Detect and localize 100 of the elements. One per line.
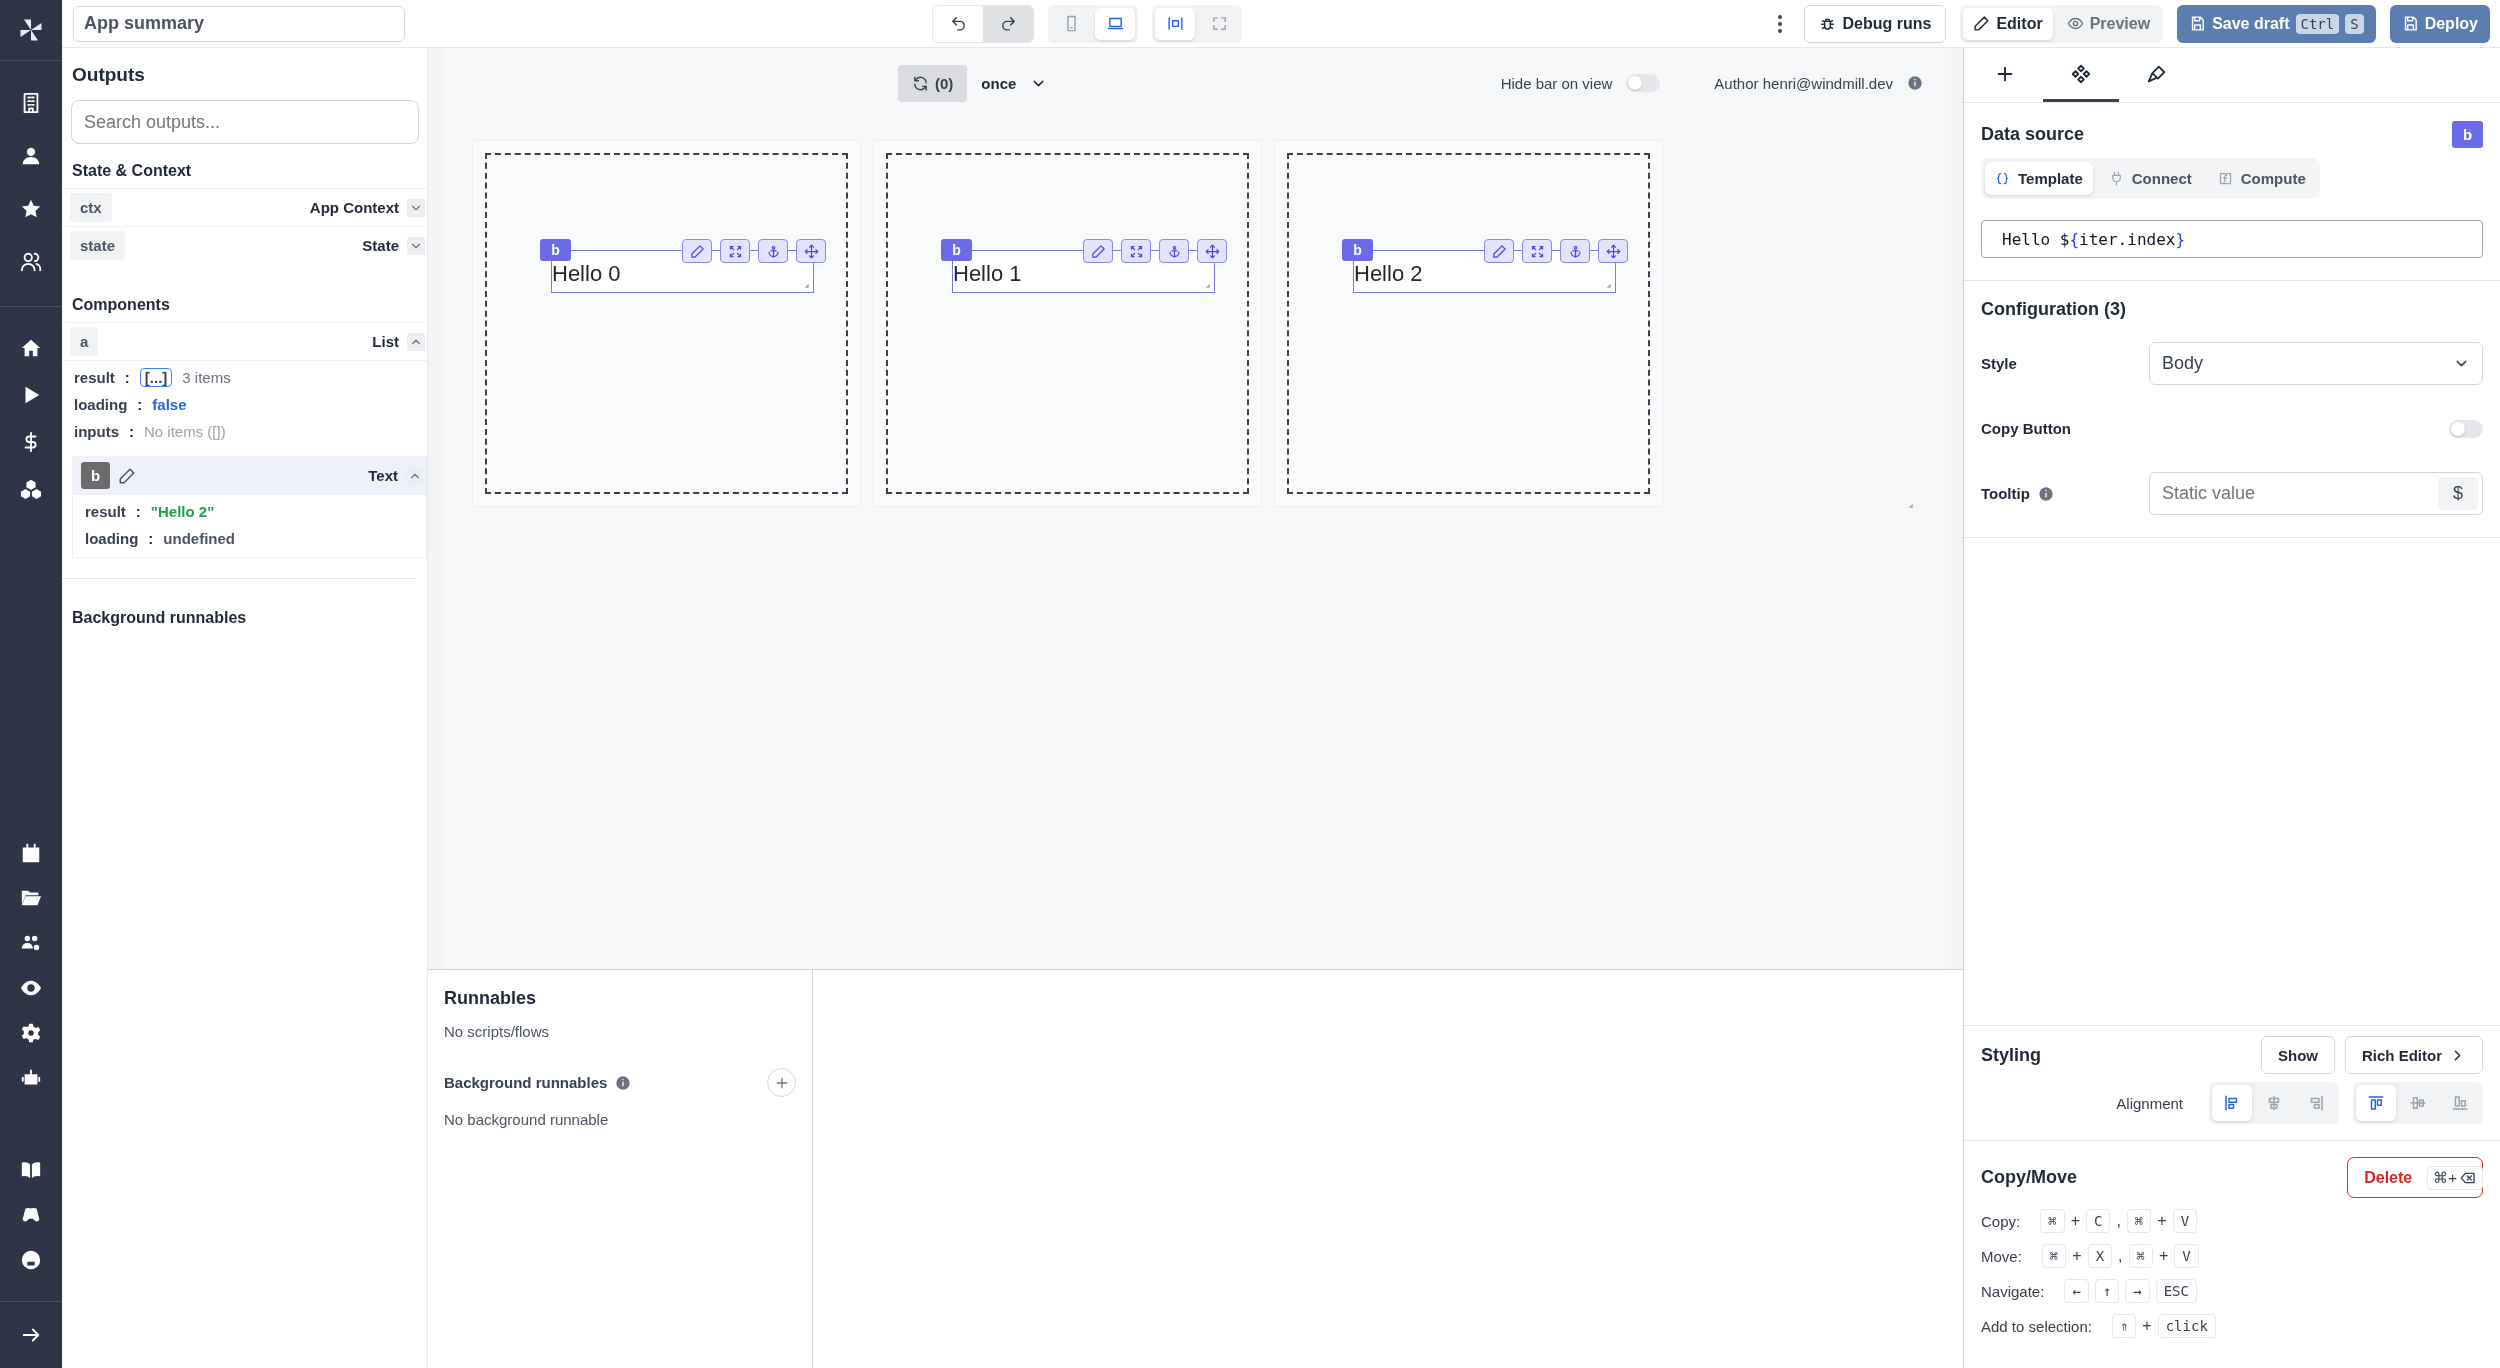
width-toggle[interactable] [1155, 7, 1196, 40]
settings-icon[interactable] [20, 1022, 42, 1044]
device-toggle[interactable] [1095, 7, 1136, 40]
data-source-tab[interactable]: Compute [2207, 162, 2316, 195]
shortcut-label: Navigate: [1981, 1282, 2045, 1300]
mode-tab[interactable]: Editor [1963, 7, 2053, 40]
braces-icon [1995, 171, 2010, 186]
info-icon [615, 1074, 632, 1091]
component-tool-button[interactable] [1598, 239, 1628, 263]
text-content: Hello 1 [953, 261, 1022, 287]
style-select[interactable]: Body [2149, 342, 2483, 385]
component-tool-button[interactable] [682, 239, 712, 263]
users-icon[interactable] [20, 251, 42, 273]
collapse-toggle[interactable] [407, 236, 425, 255]
component-id: b [81, 462, 111, 489]
resize-corner-icon [1906, 501, 1914, 509]
output-value: "Hello 2" [150, 503, 215, 520]
deploy-button[interactable]: Deploy [2389, 4, 2490, 43]
user-icon[interactable] [20, 145, 42, 167]
hide-bar-toggle[interactable] [1626, 74, 1661, 92]
component-id: b [2452, 121, 2483, 148]
app-title-field[interactable]: App summary [73, 5, 405, 42]
info-icon [1907, 75, 1923, 91]
separator-text: + [2072, 1247, 2082, 1265]
laptop-icon [1106, 15, 1124, 32]
template-editor[interactable]: Hello ${iter.index} [1981, 220, 2483, 258]
section-title: State & Context [72, 162, 193, 180]
move-icon [803, 243, 819, 259]
component-tool-button[interactable] [720, 239, 750, 263]
output-key: inputs [74, 423, 119, 440]
search-field[interactable]: Search outputs... [71, 100, 419, 144]
book-icon[interactable] [20, 1159, 42, 1181]
array-toggle[interactable]: [...] [139, 368, 173, 387]
component-tool-button[interactable] [1522, 239, 1552, 263]
component-tool-button[interactable] [1197, 239, 1227, 263]
separator-text: , [2116, 1212, 2121, 1230]
calendar-icon[interactable] [20, 842, 42, 864]
alignment-button[interactable] [2212, 1085, 2252, 1121]
section-title: Styling [1981, 1044, 2041, 1066]
show-button[interactable]: Show [2261, 1036, 2335, 1074]
data-source-tab[interactable]: Template [1985, 162, 2093, 195]
shortcut-text: ⌘+ [2433, 1168, 2457, 1187]
star-icon[interactable] [20, 198, 42, 220]
component-id: b [1342, 239, 1373, 261]
component-tool-button[interactable] [1484, 239, 1514, 263]
key-cap: click [2157, 1314, 2216, 1338]
key-cap: ⌘ [2126, 1209, 2152, 1233]
component-tool-button[interactable] [1121, 239, 1151, 263]
refresh-mode-select[interactable]: once [981, 74, 1048, 92]
collapse-toggle[interactable] [406, 466, 424, 485]
section-title: Components [72, 296, 171, 314]
output-key: loading [74, 396, 128, 413]
output-label: State [362, 237, 399, 254]
output-value: false [152, 396, 187, 413]
copy-button-toggle[interactable] [2449, 419, 2483, 438]
component-tool-button[interactable] [796, 239, 826, 263]
panel-title: Runnables [444, 988, 537, 1009]
save-icon [2189, 15, 2207, 32]
component-tool-button[interactable] [1083, 239, 1113, 263]
component-row[interactable]: a List [62, 323, 427, 360]
collapse-toggle[interactable] [407, 332, 425, 351]
refresh-icon [912, 74, 929, 92]
data-source-tab[interactable]: Connect [2098, 162, 2202, 195]
resize-corner-icon [1604, 281, 1612, 289]
text-content: Hello 0 [552, 261, 621, 287]
component-type: List [372, 333, 399, 350]
move-icon [1605, 243, 1621, 259]
key-cap: ⇑ [2111, 1314, 2137, 1338]
section-title: Configuration (3) [1981, 299, 2127, 320]
section-title: Data source [1981, 124, 2085, 145]
field-label: Style [1981, 355, 2017, 372]
diamonds-icon [2070, 62, 2092, 85]
component-row[interactable]: b Text [73, 457, 426, 494]
separator-text: : [135, 503, 141, 520]
component-tool-button[interactable] [758, 239, 788, 263]
output-id: state [70, 231, 126, 260]
output-value: No items ([]) [144, 423, 226, 440]
round-logo-icon[interactable] [20, 1249, 42, 1271]
home-icon[interactable] [20, 337, 42, 359]
component-tool-button[interactable] [1159, 239, 1189, 263]
tooltip-field[interactable]: Static value $ [2149, 472, 2483, 515]
pencil-icon [1491, 243, 1507, 259]
dynamic-value-button[interactable]: $ [2438, 477, 2478, 510]
empty-text: No scripts/flows [444, 1023, 551, 1040]
separator-text: : [124, 369, 130, 386]
refresh-button[interactable]: (0) [898, 64, 968, 102]
list-component[interactable]: b Hello 0 b Hello 1 b Hello 2 [472, 140, 1664, 507]
output-key: loading [85, 530, 139, 547]
expand-icon [1128, 243, 1144, 259]
rich-editor-button[interactable]: Rich Editor [2345, 1036, 2483, 1074]
key-cap: C [2085, 1209, 2111, 1233]
collapse-toggle[interactable] [407, 198, 425, 217]
panel-title: Outputs [72, 64, 146, 86]
cubes-icon[interactable] [20, 478, 42, 500]
alignment-button[interactable] [2356, 1085, 2396, 1121]
output-key: result [85, 503, 126, 520]
component-tool-button[interactable] [1560, 239, 1590, 263]
mode-tab[interactable]: Preview [2056, 7, 2161, 40]
save-draft-button[interactable]: Save draft Ctrl S [2177, 4, 2376, 43]
debug-runs-button[interactable]: Debug runs [1803, 4, 1947, 43]
